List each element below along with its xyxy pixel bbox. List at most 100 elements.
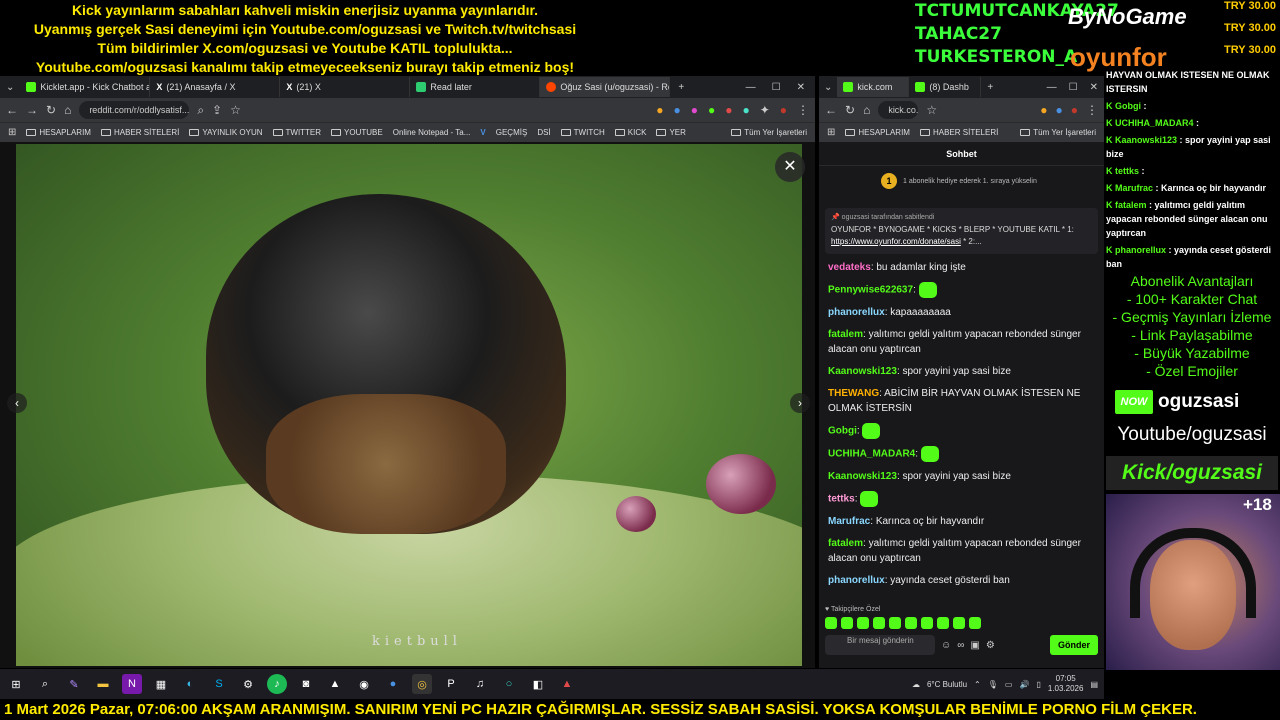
bookmark-folder[interactable]: HESAPLARIM: [845, 128, 910, 137]
mic-icon[interactable]: 🎙: [988, 680, 998, 689]
pen-icon[interactable]: ✎: [64, 674, 84, 694]
new-tab-icon[interactable]: +: [981, 82, 999, 93]
battery-icon[interactable]: ▯: [1036, 680, 1040, 689]
camera-icon[interactable]: ◙: [296, 674, 316, 694]
bookmark-folder[interactable]: DSİ: [537, 128, 550, 137]
new-tab-icon[interactable]: +: [670, 82, 692, 93]
apps-grid-icon[interactable]: ⊞: [827, 127, 835, 138]
chat-username[interactable]: fatalem: [828, 329, 863, 340]
close-window-icon[interactable]: ✕: [797, 82, 805, 93]
emote-button[interactable]: [841, 617, 853, 629]
reload-icon[interactable]: ↻: [46, 103, 56, 117]
chevron-up-icon[interactable]: ⌃: [974, 680, 981, 689]
bookmark-folder[interactable]: TWITCH: [560, 128, 605, 137]
chat-username[interactable]: UCHIHA_MADAR4: [828, 449, 915, 460]
chat-message[interactable]: fatalem: yalıtımcı geldi yalıtım yapacan…: [828, 536, 1095, 566]
chat-message-input[interactable]: Bir mesaj gönderin: [825, 635, 935, 655]
address-bar[interactable]: kick.co...: [878, 101, 919, 119]
maximize-icon[interactable]: ☐: [1069, 82, 1078, 93]
send-button[interactable]: Gönder: [1049, 635, 1098, 655]
back-icon[interactable]: ←: [6, 103, 18, 117]
spotify-icon[interactable]: ♪: [267, 674, 287, 694]
emote-button[interactable]: [969, 617, 981, 629]
chat-message[interactable]: Marufrac: Karınca oç bir hayvandır: [828, 514, 1095, 529]
chat-message[interactable]: Kaanowski123: spor yayini yap sasi bize: [828, 364, 1095, 379]
browser-tab[interactable]: X (21) X: [280, 77, 411, 97]
skype-icon[interactable]: S: [209, 674, 229, 694]
chat-username[interactable]: Gobgi: [828, 426, 857, 437]
extension-icon[interactable]: ●: [691, 103, 698, 117]
terminal-icon[interactable]: P: [441, 674, 461, 694]
emote-button[interactable]: [857, 617, 869, 629]
minimize-icon[interactable]: —: [746, 82, 756, 93]
extension-icon[interactable]: ●: [1056, 103, 1063, 117]
bookmark-all[interactable]: Tüm Yer İşaretleri: [731, 128, 807, 137]
tiktok-icon[interactable]: ♫: [470, 674, 490, 694]
chat-username[interactable]: Kaanowski123: [828, 366, 897, 377]
chat-message[interactable]: THEWANG: ABİCİM BİR HAYVAN OLMAK İSTESEN…: [828, 386, 1095, 416]
photos-icon[interactable]: ◧: [528, 674, 548, 694]
bookmark-folder[interactable]: GEÇMİŞ: [496, 128, 528, 137]
ccleaner-icon[interactable]: ●: [383, 674, 403, 694]
chat-username[interactable]: Kaanowski123: [828, 471, 897, 482]
emote-button[interactable]: [937, 617, 949, 629]
bookmark-folder[interactable]: YER: [656, 128, 686, 137]
chat-username[interactable]: tettks: [828, 494, 855, 505]
chat-username[interactable]: vedateks: [828, 262, 871, 273]
bookmark-folder[interactable]: HABER SİTELERİ: [100, 128, 179, 137]
next-image-button[interactable]: ›: [790, 393, 810, 413]
emote-button[interactable]: [889, 617, 901, 629]
profile-avatar-icon[interactable]: ●: [780, 103, 787, 117]
chrome-icon[interactable]: ◎: [412, 674, 432, 694]
tab-menu-icon[interactable]: ⌄: [0, 82, 20, 93]
share-icon[interactable]: ⇪: [212, 103, 222, 117]
browser-tab-active[interactable]: Oğuz Sasi (u/oguzsasi) - Reddi: [540, 77, 671, 97]
profile-avatar-icon[interactable]: ●: [1071, 103, 1078, 117]
bookmark-folder[interactable]: KICK: [614, 128, 646, 137]
network-icon[interactable]: ▭: [1005, 680, 1013, 689]
forward-icon[interactable]: →: [26, 103, 38, 117]
emote-button[interactable]: [825, 617, 837, 629]
notepad-icon[interactable]: ▲: [325, 674, 345, 694]
close-window-icon[interactable]: ✕: [1090, 82, 1098, 93]
extension-icon[interactable]: ●: [708, 103, 715, 117]
extension-icon[interactable]: ●: [1040, 103, 1047, 117]
emote-button[interactable]: [953, 617, 965, 629]
edge-icon[interactable]: ◐: [180, 674, 200, 694]
chat-message[interactable]: phanorellux: yayında ceset gösterdi ban: [828, 573, 1095, 588]
settings-icon[interactable]: ⚙: [986, 640, 995, 651]
gift-icon[interactable]: ▣: [970, 640, 979, 651]
pinned-link[interactable]: https://www.oyunfor.com/donate/sasi: [831, 237, 961, 246]
emote-button[interactable]: [921, 617, 933, 629]
address-bar[interactable]: reddit.com/r/oddlysatisf...: [79, 101, 190, 119]
windows-icon[interactable]: ⊞: [6, 674, 26, 694]
extensions-puzzle-icon[interactable]: ✦: [760, 103, 770, 117]
zoom-icon[interactable]: ⌕: [197, 103, 204, 118]
chat-message[interactable]: fatalem: yalıtımcı geldi yalıtım yapacan…: [828, 327, 1095, 357]
browser-tab-active[interactable]: kick.com: [837, 77, 910, 97]
obs-icon[interactable]: ◉: [354, 674, 374, 694]
file-explorer-icon[interactable]: ▬: [93, 674, 113, 694]
extension-icon[interactable]: ●: [742, 103, 749, 117]
link-icon[interactable]: ∞: [957, 640, 964, 651]
bookmark-link[interactable]: Online Notepad - Ta...: [393, 128, 471, 137]
browser-tab[interactable]: Read later: [410, 77, 541, 97]
reload-icon[interactable]: ↻: [845, 103, 855, 117]
notification-icon[interactable]: ▤: [1090, 680, 1098, 689]
maximize-icon[interactable]: ☐: [772, 82, 781, 93]
taskview-icon[interactable]: ▦: [151, 674, 171, 694]
prev-image-button[interactable]: ‹: [7, 393, 27, 413]
chat-username[interactable]: THEWANG: [828, 388, 879, 399]
bookmark-folder[interactable]: HABER SİTELERİ: [919, 128, 998, 137]
chat-username[interactable]: Marufrac: [828, 516, 870, 527]
weather-text[interactable]: 6°C Bulutlu: [927, 680, 967, 689]
bookmark-link[interactable]: V: [480, 128, 485, 137]
bookmark-folder[interactable]: YOUTUBE: [331, 128, 383, 137]
pinned-message[interactable]: 📌 oguzsasi tarafından sabitlendi OYUNFOR…: [825, 208, 1098, 254]
bookmark-all[interactable]: Tüm Yer İşaretleri: [1020, 128, 1096, 137]
browser-tab[interactable]: Kicklet.app - Kick Chatbot and: [20, 77, 151, 97]
tab-menu-icon[interactable]: ⌄: [819, 82, 837, 93]
apps-grid-icon[interactable]: ⊞: [8, 127, 16, 138]
extension-icon[interactable]: ●: [656, 103, 663, 117]
chat-message[interactable]: Pennywise622637:: [828, 282, 1095, 298]
